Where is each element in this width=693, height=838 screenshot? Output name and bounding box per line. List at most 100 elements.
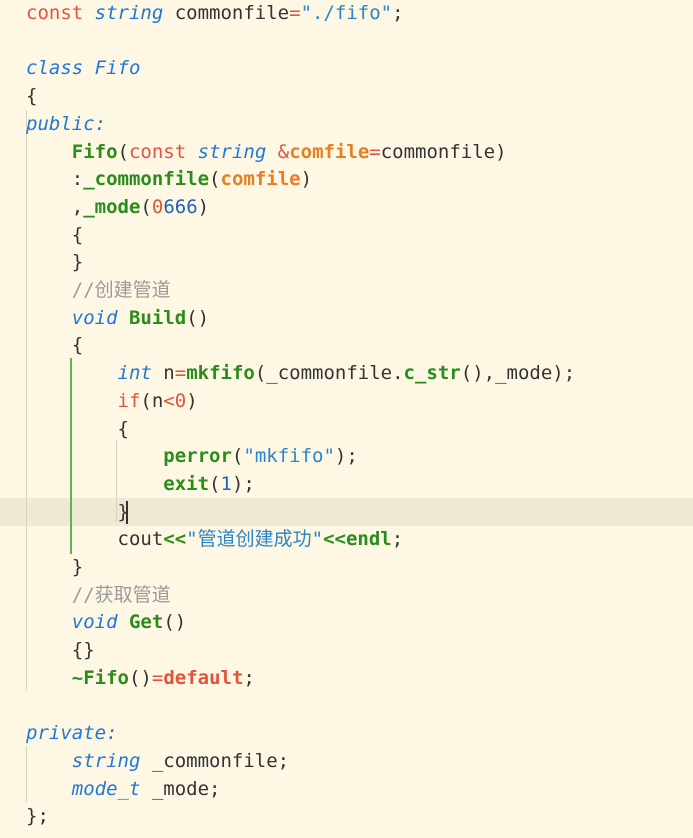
code-token: _commonfile (83, 168, 210, 191)
code-token: c_str (403, 362, 461, 385)
code-line[interactable]: perror("mkfifo"); (26, 443, 358, 470)
code-line[interactable]: const string commonfile="./fifo"; (26, 0, 404, 27)
code-token: mkfifo (186, 362, 255, 385)
code-token: (_commonfile. (254, 362, 404, 385)
code-token: void (71, 306, 118, 329)
code-token: ); (334, 445, 358, 468)
code-token: if (117, 389, 141, 412)
code-line[interactable]: { (26, 83, 37, 110)
code-token: ) (197, 195, 210, 218)
code-token: perror (163, 445, 232, 468)
code-line[interactable]: :_commonfile(comfile) (26, 166, 312, 193)
code-token: exit (163, 472, 210, 495)
code-token: cout (26, 528, 164, 551)
code-token: : (26, 168, 84, 191)
code-token: commonfile) (380, 140, 507, 163)
code-token: ) (300, 168, 313, 191)
code-token: {} (26, 639, 95, 662)
code-token: { (26, 85, 38, 108)
code-token: = (174, 362, 187, 385)
code-token: = (289, 2, 301, 24)
code-token: (n (140, 389, 164, 412)
code-token: { (26, 223, 84, 246)
code-token: Build (128, 306, 187, 329)
code-token: , (26, 195, 84, 218)
code-line[interactable]: ,_mode(0666) (26, 194, 209, 221)
code-token: //获取管道 (71, 583, 171, 606)
code-line[interactable]: { (26, 222, 83, 249)
code-token: ) (186, 389, 198, 412)
code-line[interactable]: //获取管道 (26, 582, 171, 609)
code-token: _commonfile; (140, 749, 290, 772)
code-token: ( (231, 445, 244, 468)
code-line[interactable]: } (26, 499, 129, 526)
code-token: class (26, 57, 84, 80)
code-line[interactable]: string _commonfile; (26, 748, 289, 775)
code-token: mode_t (71, 777, 141, 800)
code-line[interactable]: } (26, 554, 83, 581)
code-token: "管道创建成功" (186, 528, 324, 551)
code-token: const (26, 2, 84, 24)
code-line[interactable]: cout<<"管道创建成功"<<endl; (26, 526, 404, 553)
code-token: n (151, 362, 175, 385)
code-line[interactable]: exit(1); (26, 471, 255, 498)
code-token: () (128, 666, 152, 689)
code-token: () (186, 306, 210, 329)
code-line[interactable]: //创建管道 (26, 277, 171, 304)
code-editor[interactable]: const string commonfile="./fifo"; class F… (0, 0, 693, 838)
code-line[interactable]: public: (26, 111, 106, 138)
code-line[interactable]: void Build() (26, 305, 209, 332)
code-line[interactable]: {} (26, 637, 95, 664)
code-token: 0 (151, 195, 164, 218)
code-token: { (26, 417, 129, 440)
code-line[interactable]: private: (26, 720, 118, 747)
code-token: (),_mode); (460, 362, 576, 385)
code-line[interactable]: void Get() (26, 609, 186, 636)
code-token: 1 (220, 472, 232, 495)
code-line[interactable]: } (26, 249, 83, 276)
code-token: } (26, 251, 84, 274)
code-line[interactable]: }; (26, 803, 49, 830)
code-token: _mode (83, 195, 141, 218)
code-token: ; (243, 666, 255, 689)
code-token: "mkfifo" (243, 445, 335, 468)
code-line[interactable]: mode_t _mode; (26, 776, 221, 803)
code-token: { (26, 334, 84, 357)
code-token: Fifo (71, 140, 118, 163)
code-line[interactable]: class Fifo (26, 55, 140, 82)
code-line[interactable]: { (26, 332, 83, 359)
code-token: & (277, 140, 290, 163)
code-token: comfile (220, 168, 301, 191)
code-token: Get (128, 611, 164, 634)
code-token: endl (345, 528, 392, 551)
code-line[interactable]: int n=mkfifo(_commonfile.c_str(),_mode); (26, 360, 576, 387)
code-token: 0 (174, 389, 187, 412)
code-token: = (369, 140, 381, 163)
code-token: ( (209, 472, 221, 495)
code-token: << (163, 528, 187, 551)
code-token: } (26, 500, 129, 523)
code-line[interactable]: Fifo(const string &comfile=commonfile) (26, 139, 507, 166)
code-token: } (26, 556, 84, 578)
code-line[interactable]: { (26, 416, 129, 443)
code-token: commonfile (163, 2, 290, 24)
code-token: ( (117, 140, 129, 163)
code-token: private: (26, 722, 118, 745)
code-token: string (71, 749, 141, 772)
code-token: _mode; (140, 777, 221, 800)
code-line[interactable]: if(n<0) (26, 388, 198, 415)
code-token: ; (392, 2, 404, 24)
code-line[interactable]: ~Fifo()=default; (26, 665, 255, 692)
